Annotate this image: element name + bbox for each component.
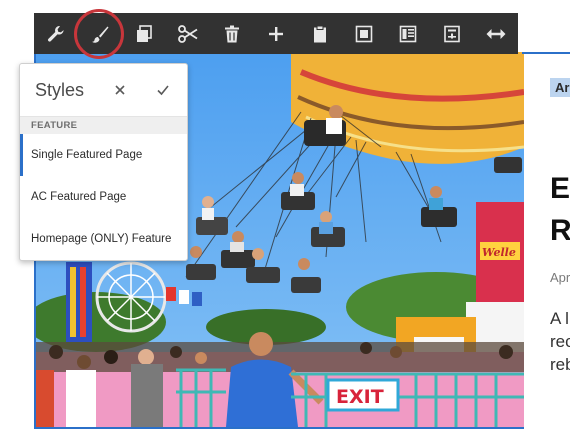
popover-title: Styles <box>35 80 85 100</box>
copy-button[interactable] <box>122 13 166 54</box>
wrench-icon <box>48 25 64 42</box>
trash-icon <box>225 25 239 42</box>
template-icon <box>444 25 460 42</box>
booth-sign-text: Welle <box>482 246 516 259</box>
checkmark-icon[interactable] <box>154 81 172 99</box>
style-option-single-featured-page[interactable]: Single Featured Page <box>20 134 187 176</box>
article-preview: Ar E R Apr A l rec reb <box>522 52 570 432</box>
ferris-wheel <box>95 261 167 333</box>
copy-icon <box>137 24 152 42</box>
styles-popover: Styles FEATURE Single Featured Page AC F… <box>19 63 188 261</box>
component-toolbar <box>34 13 518 54</box>
article-excerpt: A l rec reb <box>550 309 570 374</box>
article-heading[interactable]: E R <box>550 168 570 252</box>
exit-sign: EXIT <box>326 378 400 412</box>
exit-sign-text: EXIT <box>336 386 384 408</box>
article-date: Apr <box>550 270 570 285</box>
scissors-icon <box>178 24 198 43</box>
section-header-feature: FEATURE <box>20 116 187 134</box>
group-icon <box>355 25 373 42</box>
delete-button[interactable] <box>210 13 254 54</box>
insert-button[interactable] <box>254 13 298 54</box>
article-category-tag[interactable]: Ar <box>550 78 570 97</box>
paintbrush-icon <box>92 26 109 43</box>
resize-button[interactable] <box>474 13 518 54</box>
configure-button[interactable] <box>34 13 78 54</box>
layout-button[interactable] <box>386 13 430 54</box>
style-option-homepage-feature[interactable]: Homepage (ONLY) Feature <box>20 218 187 260</box>
paste-button[interactable] <box>298 13 342 54</box>
plus-icon <box>269 26 283 41</box>
convert-template-button[interactable] <box>430 13 474 54</box>
resize-icon <box>486 28 506 39</box>
popover-header: Styles <box>20 64 187 116</box>
style-option-ac-featured-page[interactable]: AC Featured Page <box>20 176 187 218</box>
clipboard-icon <box>314 25 326 42</box>
styles-button[interactable] <box>78 13 122 54</box>
group-button[interactable] <box>342 13 386 54</box>
layout-icon <box>399 25 417 42</box>
section-divider <box>522 52 570 54</box>
close-icon[interactable] <box>111 81 129 99</box>
cut-button[interactable] <box>166 13 210 54</box>
